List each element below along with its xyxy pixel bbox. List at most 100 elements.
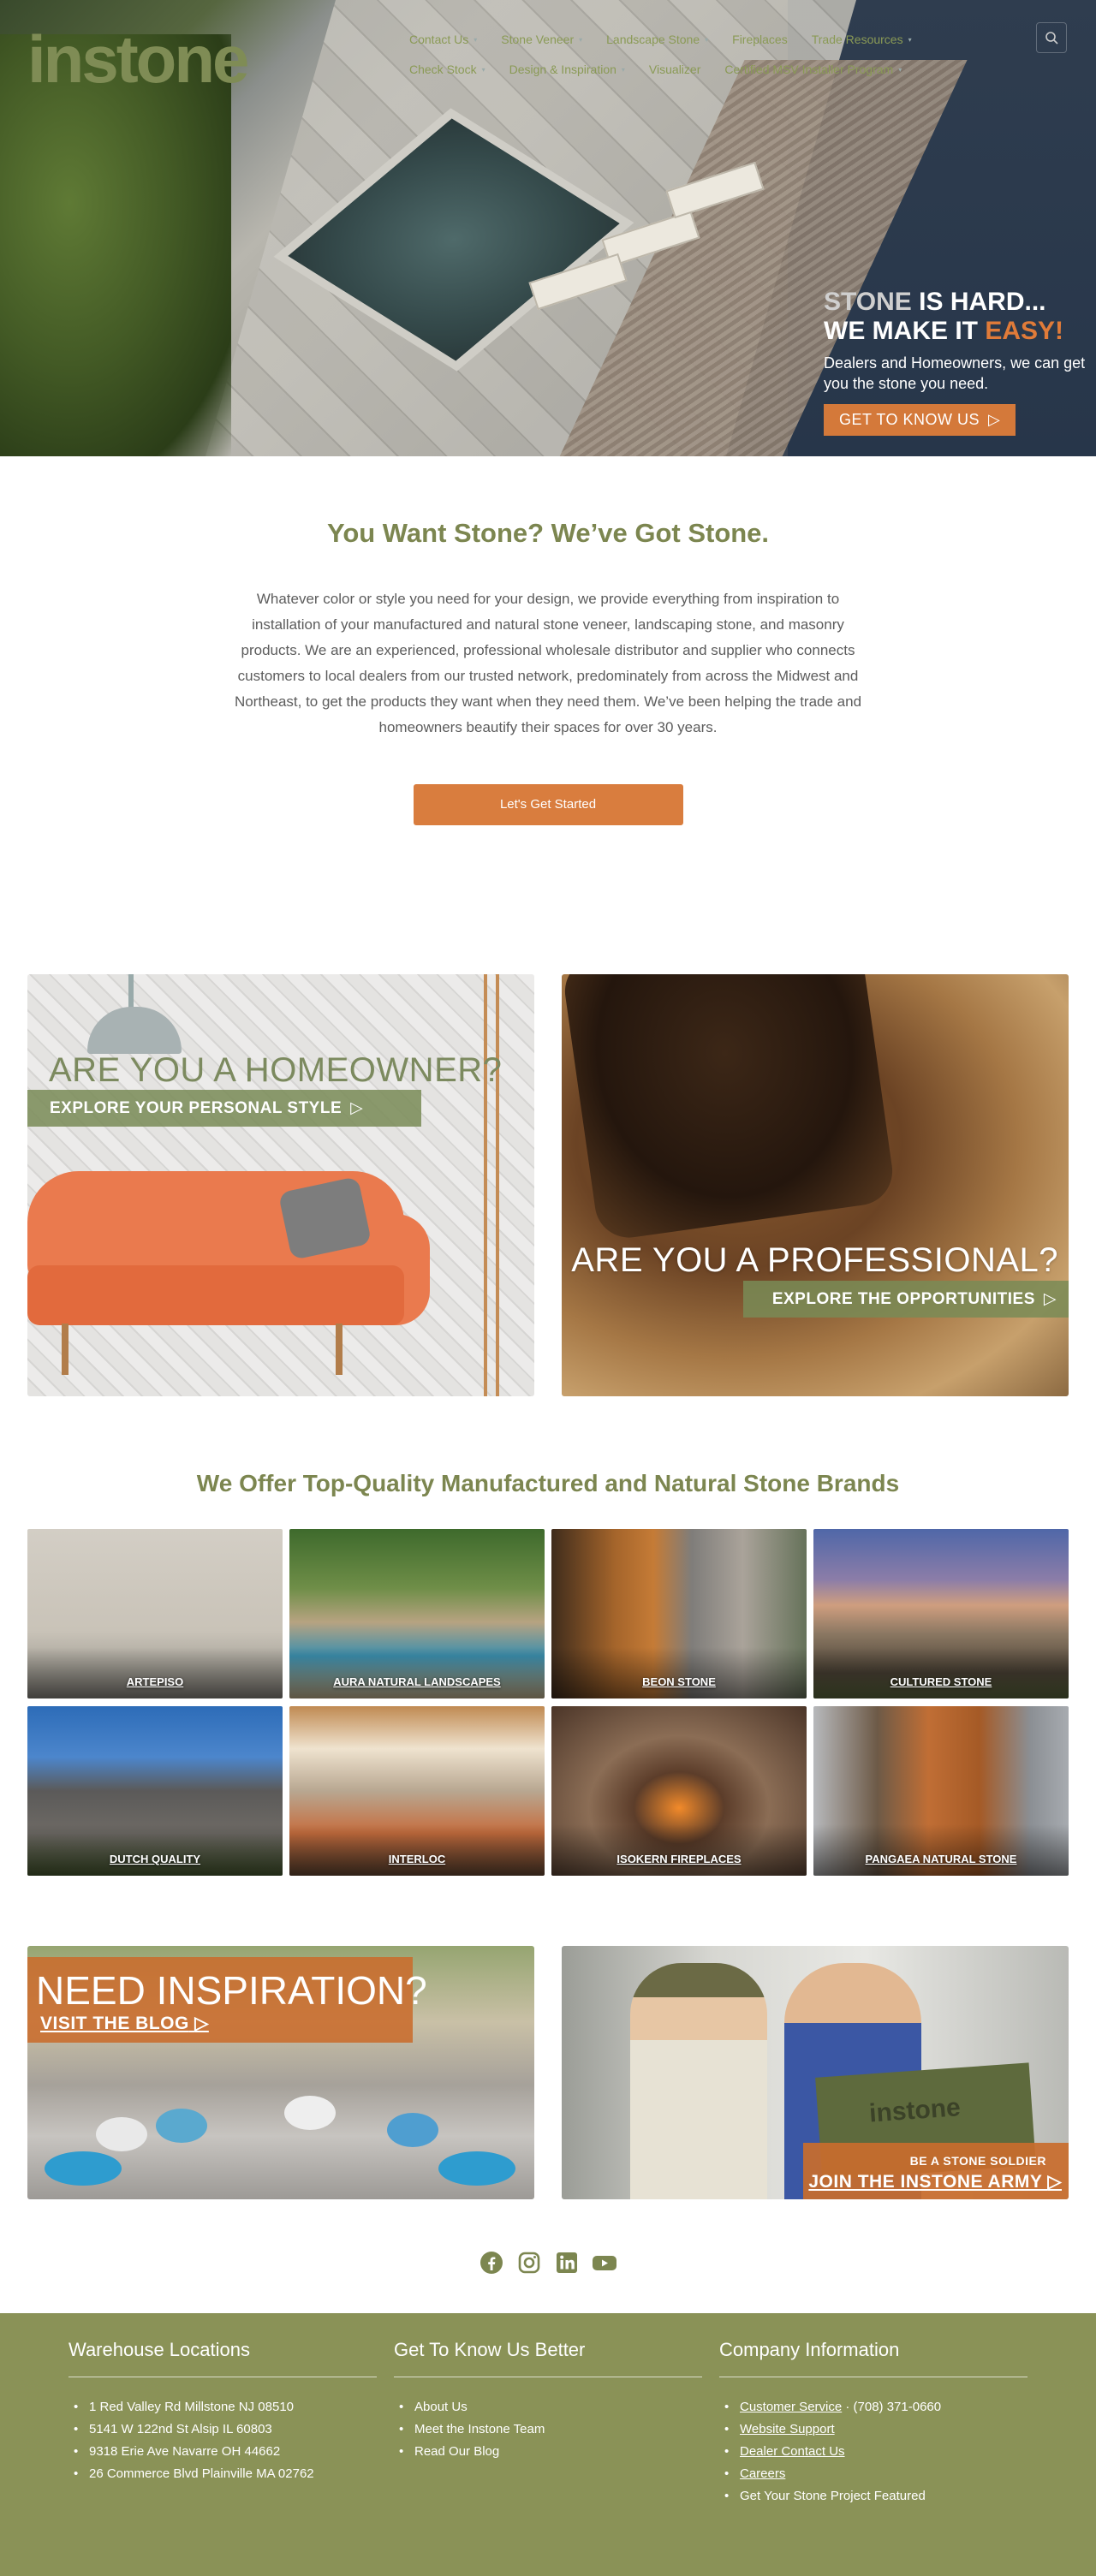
nav-item-check-stock[interactable]: Check Stock ▾ — [409, 62, 485, 76]
hero-headline-2: WE MAKE IT EASY! — [824, 317, 1064, 345]
explore-opportunities-link[interactable]: EXPLORE THE OPPORTUNITIES ▷ — [743, 1281, 1069, 1318]
person-photo — [630, 1963, 767, 2199]
list-item[interactable]: Meet the Instone Team — [394, 2418, 702, 2441]
brand-tile-interloc[interactable]: INTERLOC — [289, 1706, 545, 1876]
play-triangle-icon: ▷ — [1043, 1290, 1057, 1308]
brand-tile-pangaea-natural-stone[interactable]: PANGAEA NATURAL STONE — [813, 1706, 1069, 1876]
nav-item-label: Visualizer — [648, 62, 701, 76]
instone-army-card[interactable]: instone BE A STONE SOLDIER JOIN THE INST… — [562, 1946, 1069, 2199]
lets-get-started-button[interactable]: Let's Get Started — [413, 784, 683, 825]
pillow — [45, 2151, 122, 2186]
nav-item-certified-msv-installer-program[interactable]: Certified MSV Installer Program ▾ — [724, 62, 902, 76]
brand-tile-dutch-quality[interactable]: DUTCH QUALITY — [27, 1706, 283, 1876]
nav-item-label: Trade Resources — [811, 33, 903, 46]
list-item[interactable]: About Us — [394, 2396, 702, 2418]
pillow — [284, 2096, 336, 2130]
nav-item-label: Design & Inspiration — [509, 62, 616, 76]
brand-tile-beon-stone[interactable]: BEON STONE — [551, 1529, 807, 1698]
hero-button-label: GET TO KNOW US — [839, 411, 980, 428]
pillow — [156, 2109, 207, 2143]
main-nav: Contact Us ▾ Stone Veneer ▾ Landscape Stone ▾… — [409, 33, 1026, 92]
customer-service-link[interactable]: Customer Service — [740, 2400, 842, 2414]
tile-shade — [289, 1824, 545, 1876]
join-army-link[interactable]: JOIN THE INSTONE ARMY ▷ — [808, 2171, 1062, 2192]
site-logo[interactable]: instone — [27, 26, 249, 92]
brand-label[interactable]: CULTURED STONE — [813, 1675, 1069, 1688]
website-support-link[interactable]: Website Support — [740, 2422, 835, 2436]
professional-card[interactable]: ARE YOU A PROFESSIONAL? EXPLORE THE OPPO… — [562, 974, 1069, 1396]
list-item: Website Support — [719, 2418, 1028, 2441]
shelf — [484, 974, 499, 1396]
sofa-leg — [336, 1324, 342, 1375]
brand-label[interactable]: INTERLOC — [289, 1853, 545, 1865]
dealer-contact-link[interactable]: Dealer Contact Us — [740, 2444, 845, 2459]
linkedin-icon[interactable] — [554, 2250, 580, 2276]
brand-tile-isokern-fireplaces[interactable]: ISOKERN FIREPLACES — [551, 1706, 807, 1876]
intro-section: You Want Stone? We’ve Got Stone. Whateve… — [0, 456, 1096, 825]
nav-row-1: Contact Us ▾ Stone Veneer ▾ Landscape Stone ▾… — [409, 33, 1026, 46]
careers-link[interactable]: Careers — [740, 2466, 785, 2481]
brand-tile-cultured-stone[interactable]: CULTURED STONE — [813, 1529, 1069, 1698]
chevron-down-icon: ▾ — [474, 35, 478, 44]
nav-item-visualizer[interactable]: Visualizer — [649, 62, 700, 76]
audience-cards: ARE YOU A HOMEOWNER? EXPLORE YOUR PERSON… — [27, 974, 1069, 1396]
nav-item-contact-us[interactable]: Contact Us ▾ — [409, 33, 477, 46]
list-item[interactable]: Read Our Blog — [394, 2441, 702, 2463]
tile-shade — [551, 1647, 807, 1698]
brand-tile-artepiso[interactable]: ARTEPISO — [27, 1529, 283, 1698]
brand-label[interactable]: ISOKERN FIREPLACES — [551, 1853, 807, 1865]
lamp-cord — [128, 974, 134, 1008]
hammer-image — [562, 974, 897, 1242]
about-list: About UsMeet the Instone TeamRead Our Bl… — [394, 2396, 702, 2463]
brand-label[interactable]: AURA NATURAL LANDSCAPES — [289, 1675, 545, 1688]
chevron-down-icon: ▾ — [579, 35, 583, 44]
explore-style-link[interactable]: EXPLORE YOUR PERSONAL STYLE ▷ — [27, 1090, 421, 1127]
list-item: 9318 Erie Ave Navarre OH 44662 — [68, 2441, 377, 2463]
homeowner-card[interactable]: ARE YOU A HOMEOWNER? EXPLORE YOUR PERSON… — [27, 974, 534, 1396]
brands-heading: We Offer Top-Quality Manufactured and Na… — [196, 1470, 900, 1496]
brand-label[interactable]: PANGAEA NATURAL STONE — [813, 1853, 1069, 1865]
brand-label[interactable]: DUTCH QUALITY — [27, 1853, 283, 1865]
nav-item-stone-veneer[interactable]: Stone Veneer ▾ — [501, 33, 582, 46]
play-triangle-icon: ▷ — [988, 411, 1001, 428]
list-item: Careers — [719, 2463, 1028, 2485]
tile-shade — [551, 1824, 807, 1876]
youtube-icon[interactable] — [592, 2250, 617, 2276]
visit-blog-link[interactable]: VISIT THE BLOG ▷ — [40, 2013, 209, 2034]
nav-item-trade-resources[interactable]: Trade Resources ▾ — [812, 33, 912, 46]
phone-number: · (708) 371-0660 — [842, 2400, 942, 2414]
nav-item-design-and-inspiration[interactable]: Design & Inspiration ▾ — [509, 62, 625, 76]
nav-item-fireplaces[interactable]: Fireplaces — [732, 33, 788, 46]
inspiration-title: NEED INSPIRATION? — [36, 1968, 427, 2013]
intro-body: Whatever color or style you need for you… — [234, 591, 862, 735]
brand-tile-aura-natural-landscapes[interactable]: AURA NATURAL LANDSCAPES — [289, 1529, 545, 1698]
brand-label[interactable]: ARTEPISO — [27, 1675, 283, 1688]
facebook-icon[interactable] — [479, 2250, 504, 2276]
play-triangle-icon: ▷ — [350, 1099, 364, 1117]
search-button[interactable] — [1036, 22, 1067, 53]
footer-warehouse-title: Warehouse Locations — [68, 2339, 377, 2377]
chevron-down-icon: ▾ — [481, 65, 485, 74]
tile-shade — [27, 1647, 283, 1698]
inspiration-card[interactable]: NEED INSPIRATION? VISIT THE BLOG ▷ — [27, 1946, 534, 2199]
footer-about-column: Get To Know Us Better About UsMeet the I… — [394, 2339, 702, 2463]
promo-cards: NEED INSPIRATION? VISIT THE BLOG ▷ insto… — [27, 1946, 1069, 2199]
brand-label[interactable]: BEON STONE — [551, 1675, 807, 1688]
get-to-know-us-button[interactable]: GET TO KNOW US ▷ — [824, 404, 1016, 436]
tshirt-logo: instone — [868, 2093, 962, 2128]
footer-company-title: Company Information — [719, 2339, 1028, 2377]
tile-shade — [27, 1824, 283, 1876]
hero-banner: instone Contact Us ▾ Stone Veneer ▾ Landscap… — [0, 0, 1096, 456]
project-featured-item[interactable]: Get Your Stone Project Featured — [719, 2485, 1028, 2508]
lamp-icon — [87, 1007, 182, 1054]
play-triangle-icon: ▷ — [194, 2014, 209, 2033]
hero-trees — [0, 34, 231, 456]
nav-item-landscape-stone[interactable]: Landscape Stone ▾ — [606, 33, 708, 46]
army-tagline: BE A STONE SOLDIER — [909, 2154, 1046, 2168]
pillow — [438, 2151, 515, 2186]
join-army-label: JOIN THE INSTONE ARMY — [808, 2172, 1042, 2192]
instagram-icon[interactable] — [516, 2250, 542, 2276]
pillow — [387, 2113, 438, 2147]
nav-item-label: Check Stock — [409, 62, 477, 76]
explore-style-label: EXPLORE YOUR PERSONAL STYLE — [50, 1098, 342, 1117]
